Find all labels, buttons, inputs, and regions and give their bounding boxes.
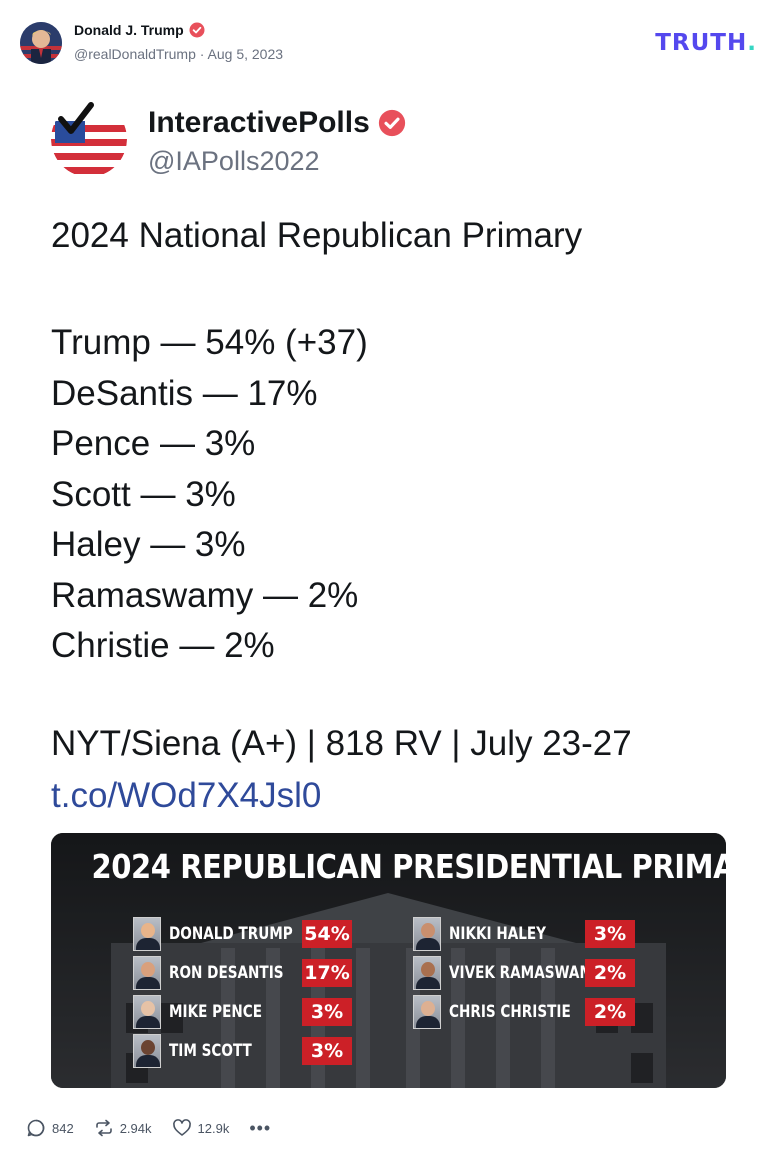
- poll-link[interactable]: t.co/WOd7X4Jsl0: [51, 776, 321, 816]
- poll-result-item: Trump — 54% (+37): [51, 323, 368, 362]
- interactivepolls-name-text: InteractivePolls: [148, 106, 370, 139]
- retruth-button[interactable]: 2.94k: [94, 1118, 152, 1138]
- candidate-name: DONALD TRUMP: [169, 924, 293, 944]
- reply-count: 842: [52, 1120, 74, 1136]
- candidate-trump: DONALD TRUMP 54%: [133, 917, 352, 951]
- author-name-row: Donald J. Trump: [74, 22, 205, 38]
- like-count: 12.9k: [197, 1120, 230, 1136]
- author-name[interactable]: Donald J. Trump: [74, 22, 184, 38]
- post-image[interactable]: InteractivePolls @IAPolls2022 2024 Natio…: [22, 88, 755, 1096]
- candidate-name: VIVEK RAMASWAMY: [449, 963, 603, 983]
- retruth-icon: [95, 1119, 112, 1137]
- primary-graphic: 2024 REPUBLICAN PRESIDENTIAL PRIMARY DON…: [51, 833, 726, 1088]
- poll-logo-icon: [51, 101, 127, 177]
- candidate-ramaswamy: VIVEK RAMASWAMY 2%: [413, 956, 641, 990]
- interactivepolls-name: InteractivePolls: [148, 106, 406, 140]
- interactivepolls-avatar: [51, 101, 127, 177]
- candidate-photo: [133, 917, 161, 951]
- verified-badge-icon: [378, 109, 405, 137]
- graphic-title: 2024 REPUBLICAN PRESIDENTIAL PRIMARY: [91, 847, 727, 886]
- candidate-photo: [133, 1034, 161, 1068]
- candidate-desantis: RON DESANTIS 17%: [133, 956, 352, 990]
- poll-results-list: Trump — 54% (+37) DeSantis — 17% Pence —…: [51, 318, 368, 672]
- candidate-christie: CHRIS CHRISTIE 2%: [413, 995, 635, 1029]
- avatar-image: [20, 22, 62, 64]
- candidate-name: NIKKI HALEY: [449, 924, 547, 944]
- candidate-name: RON DESANTIS: [169, 963, 284, 983]
- like-button[interactable]: 12.9k: [172, 1118, 230, 1138]
- poll-result-item: Christie — 2%: [51, 626, 275, 665]
- verified-badge-icon: [189, 22, 205, 38]
- candidate-photo: [133, 995, 161, 1029]
- poll-result-item: Scott — 3%: [51, 474, 236, 514]
- candidate-percent: 3%: [585, 920, 635, 948]
- candidate-percent: 2%: [585, 959, 635, 987]
- candidate-name: CHRIS CHRISTIE: [449, 1002, 571, 1022]
- candidate-pence: MIKE PENCE 3%: [133, 995, 352, 1029]
- candidate-percent: 54%: [302, 920, 352, 948]
- reply-icon: [27, 1119, 45, 1137]
- candidate-scott: TIM SCOTT 3%: [133, 1034, 352, 1068]
- poll-result-item: Haley — 3%: [51, 525, 246, 564]
- candidate-photo: [413, 917, 441, 951]
- post-actions: 842 2.94k 12.9k •••: [26, 1118, 271, 1138]
- candidate-photo: [413, 995, 441, 1029]
- candidate-percent: 17%: [302, 959, 352, 987]
- candidate-percent: 2%: [585, 998, 635, 1026]
- more-icon[interactable]: •••: [249, 1119, 271, 1137]
- poll-title: 2024 National Republican Primary: [51, 216, 583, 255]
- candidate-photo: [133, 956, 161, 990]
- author-avatar[interactable]: [20, 22, 62, 64]
- poll-result-item: Pence — 3%: [51, 424, 256, 463]
- candidate-haley: NIKKI HALEY 3%: [413, 917, 635, 951]
- truth-logo: TRUTH.: [655, 30, 757, 56]
- candidate-name: MIKE PENCE: [169, 1002, 263, 1022]
- candidate-percent: 3%: [302, 1037, 352, 1065]
- retruth-count: 2.94k: [119, 1120, 152, 1136]
- reply-button[interactable]: 842: [26, 1118, 74, 1138]
- candidate-name: TIM SCOTT: [169, 1041, 252, 1061]
- poll-source: NYT/Siena (A+) | 818 RV | July 23-27: [51, 724, 632, 763]
- candidate-percent: 3%: [302, 998, 352, 1026]
- poll-result-item: DeSantis — 17%: [51, 373, 318, 413]
- candidate-photo: [413, 956, 441, 990]
- post-header: Donald J. Trump @realDonaldTrump · Aug 5…: [20, 20, 757, 66]
- author-handle-date: @realDonaldTrump · Aug 5, 2023: [74, 46, 284, 62]
- interactivepolls-handle: @IAPolls2022: [148, 146, 320, 176]
- like-icon: [172, 1119, 191, 1136]
- poll-result-item: Ramaswamy — 2%: [51, 575, 359, 615]
